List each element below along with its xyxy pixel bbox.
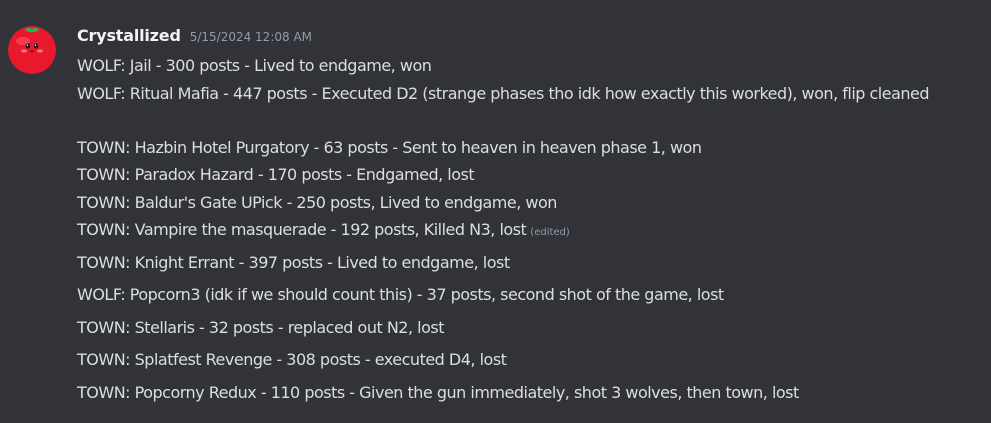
message-line: TOWN: Splatfest Revenge - 308 posts - ex… xyxy=(77,350,507,369)
avatar[interactable] xyxy=(8,26,56,74)
tomato-avatar-icon xyxy=(8,26,56,74)
message-line: TOWN: Paradox Hazard - 170 posts - Endga… xyxy=(77,165,475,184)
message-line: WOLF: Jail - 300 posts - Lived to endgam… xyxy=(77,56,432,75)
message-line: WOLF: Ritual Mafia - 447 posts - Execute… xyxy=(77,84,930,103)
message-header: Crystallized 5/15/2024 12:08 AM xyxy=(77,26,312,52)
message-line: TOWN: Hazbin Hotel Purgatory - 63 posts … xyxy=(77,138,702,157)
edited-label[interactable]: (edited) xyxy=(530,227,570,238)
message-line: TOWN: Vampire the masquerade - 192 posts… xyxy=(77,220,570,239)
username[interactable]: Crystallized xyxy=(77,26,181,45)
message-line: TOWN: Knight Errant - 397 posts - Lived … xyxy=(77,253,510,272)
message-line: TOWN: Baldur's Gate UPick - 250 posts, L… xyxy=(77,193,557,212)
message-line: TOWN: Stellaris - 32 posts - replaced ou… xyxy=(77,318,445,337)
message-line: TOWN: Popcorny Redux - 110 posts - Given… xyxy=(77,383,799,402)
chat-message: Crystallized 5/15/2024 12:08 AM WOLF: Ja… xyxy=(0,0,991,423)
timestamp[interactable]: 5/15/2024 12:08 AM xyxy=(190,30,312,44)
message-line: WOLF: Popcorn3 (idk if we should count t… xyxy=(77,285,724,304)
